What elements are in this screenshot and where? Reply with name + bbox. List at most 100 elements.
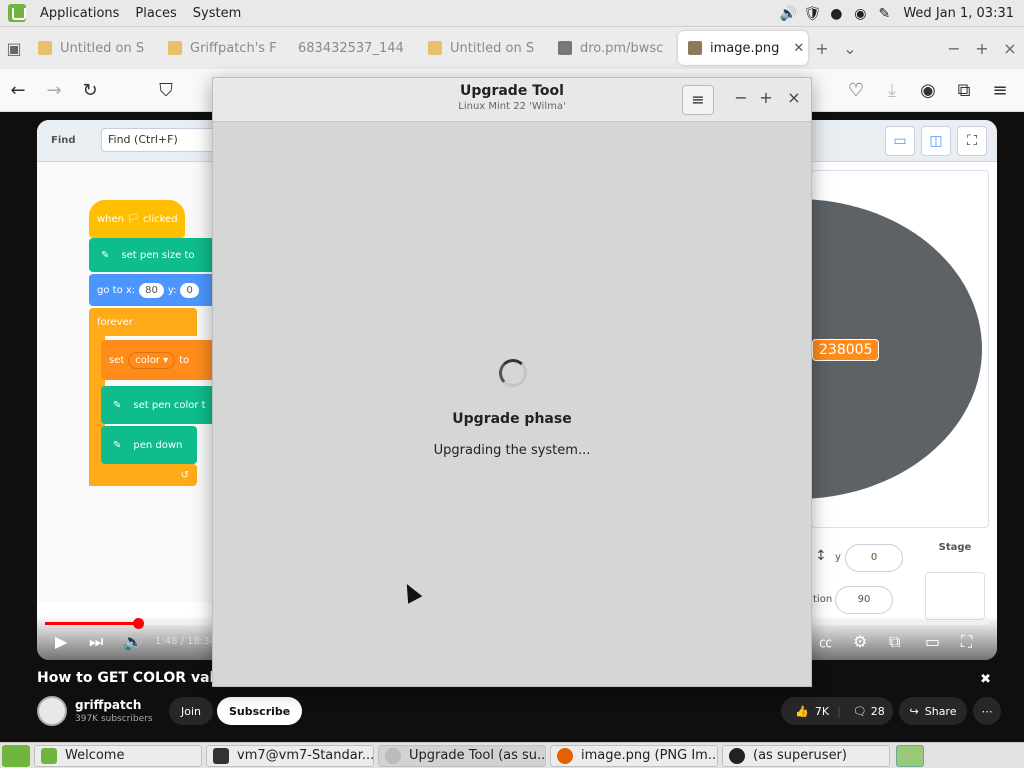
find-label: Find [51, 135, 76, 146]
browser-tab[interactable]: Griffpatch's F [158, 31, 288, 65]
channel-name[interactable]: griffpatch [75, 698, 141, 712]
like-comment-group: 👍 7K | 🗨 28 [781, 697, 893, 725]
progress-knob[interactable] [133, 618, 144, 629]
tab-list-chevron-icon[interactable]: ⌄ [836, 39, 864, 58]
fullscreen-icon[interactable]: ⛶ [961, 632, 972, 652]
settings-gear-icon[interactable]: ⚙ [853, 632, 867, 651]
extensions-icon[interactable]: ⧉ [946, 80, 982, 101]
close-icon[interactable]: ✖ [980, 672, 991, 687]
pen-color-block: ✎ set pen color t [101, 386, 217, 424]
pocket-icon[interactable]: ♡ [838, 80, 874, 101]
tab-favicon-icon [38, 41, 52, 55]
account-icon[interactable]: ◉ [910, 80, 946, 101]
taskbar-item-superuser[interactable]: (as superuser) [722, 744, 890, 767]
direction-label: tion [813, 594, 833, 605]
minimize-button[interactable]: − [731, 88, 751, 107]
maximize-button[interactable]: + [756, 88, 776, 107]
browser-tab-active[interactable]: image.png ✕ [678, 31, 808, 65]
firefox-icon [557, 747, 573, 764]
forward-arrow-icon[interactable]: → [36, 80, 72, 101]
browser-tab[interactable]: Untitled on S [28, 31, 158, 65]
comment-icon[interactable]: 🗨 [849, 705, 871, 718]
tab-overview-icon[interactable]: ▣ [0, 39, 28, 58]
channel-row: griffpatch 397K subscribers Join Subscri… [37, 696, 1001, 730]
system-tray: 🔊 🛡 ● ◉ ✎ Wed Jan 1, 03:31 [779, 0, 1024, 27]
loop-arrow-icon: ↺ [180, 469, 189, 481]
captions-icon[interactable]: ㏄ [819, 632, 832, 651]
like-count[interactable]: 7K [815, 705, 829, 718]
loading-spinner-icon [499, 359, 527, 387]
taskbar-item-terminal[interactable]: vm7@vm7-Standar... [206, 744, 374, 767]
volume-icon[interactable]: 🔊 [779, 5, 797, 23]
close-button[interactable]: × [996, 39, 1024, 58]
obs-icon[interactable]: ◉ [851, 5, 869, 23]
y-field: 0 [845, 544, 903, 572]
terminal-icon [213, 747, 229, 764]
pen-icon: ✎ [101, 249, 110, 261]
upgrade-icon [385, 747, 401, 764]
dialog-title: Upgrade Tool [460, 83, 564, 99]
minimize-button[interactable]: − [940, 39, 968, 58]
tab-close-icon[interactable]: ✕ [793, 41, 804, 56]
hamburger-menu-icon[interactable]: ≡ [982, 80, 1018, 101]
menu-launcher-icon[interactable] [2, 744, 30, 767]
tab-favicon-icon [428, 41, 442, 55]
browser-tab-bar: ▣ Untitled on S Griffpatch's F 683432537… [0, 27, 1024, 69]
top-panel: Applications Places System 🔊 🛡 ● ◉ ✎ Wed… [0, 0, 1024, 27]
stage-size-buttons: ▭ ◫ ⛶ [885, 126, 987, 156]
reload-icon[interactable]: ↻ [72, 80, 108, 101]
menu-places[interactable]: Places [127, 6, 184, 21]
back-arrow-icon[interactable]: ← [0, 80, 36, 101]
time-display: 1:48 / 18:34 [155, 636, 217, 647]
forever-block: forever [89, 308, 197, 336]
dialog-subtitle: Linux Mint 22 'Wilma' [458, 101, 566, 112]
browser-tab[interactable]: dro.pm/bwsc [548, 31, 678, 65]
close-button[interactable]: × [784, 88, 804, 107]
next-icon[interactable]: ⏭ [89, 632, 103, 652]
browser-tab[interactable]: 683432537_144 [288, 31, 418, 65]
tab-favicon-icon [558, 41, 572, 55]
share-button[interactable]: ↪ Share [899, 697, 967, 725]
new-tab-button[interactable]: + [808, 39, 836, 58]
taskbar-item-welcome[interactable]: Welcome [34, 744, 202, 767]
avatar[interactable] [37, 696, 67, 726]
goto-block: go to x: 80 y: 0 [89, 274, 217, 306]
menu-system[interactable]: System [185, 6, 249, 21]
join-button[interactable]: Join [169, 697, 214, 725]
large-stage-icon: ◫ [921, 126, 951, 156]
progress-fill [45, 622, 138, 625]
dialog-header: Upgrade Tool Linux Mint 22 'Wilma' ≡ − +… [213, 78, 811, 122]
shield-icon[interactable]: 🛡 [803, 5, 821, 23]
maximize-button[interactable]: + [968, 39, 996, 58]
comment-count[interactable]: 28 [871, 705, 885, 718]
scratch-code-area: when 🏳 clicked ✎ set pen size to go to x:… [37, 162, 217, 602]
miniplayer-icon[interactable]: ⧉ [889, 632, 900, 652]
fullscreen-icon: ⛶ [957, 126, 987, 156]
theater-icon[interactable]: ▭ [925, 632, 940, 651]
taskbar-item-upgrade-tool[interactable]: Upgrade Tool (as su... [378, 744, 546, 767]
share-icon: ↪ [909, 704, 919, 718]
more-options-button[interactable]: ⋯ [973, 697, 1001, 725]
mint-menu-icon[interactable] [8, 4, 26, 22]
thumbs-up-icon[interactable]: 👍 [789, 705, 815, 718]
play-icon[interactable]: ▶ [55, 632, 67, 651]
stage-thumbnail [925, 572, 985, 620]
notification-icon[interactable]: ● [827, 5, 845, 23]
menu-applications[interactable]: Applications [32, 6, 127, 21]
taskbar: Welcome vm7@vm7-Standar... Upgrade Tool … [0, 742, 1024, 768]
subscriber-count: 397K subscribers [75, 714, 153, 724]
browser-tab[interactable]: Untitled on S [418, 31, 548, 65]
taskbar-item-firefox[interactable]: image.png (PNG Im... [550, 744, 718, 767]
download-icon[interactable]: ⤓ [874, 80, 910, 101]
pen-icon[interactable]: ✎ [875, 5, 893, 23]
small-stage-icon: ▭ [885, 126, 915, 156]
volume-icon[interactable]: 🔊 [123, 632, 143, 651]
tracking-shield-icon[interactable]: ⛉ [148, 80, 184, 101]
pen-down-block: ✎ pen down [101, 426, 197, 464]
clock[interactable]: Wed Jan 1, 03:31 [903, 6, 1014, 21]
upgrade-tool-window: Upgrade Tool Linux Mint 22 'Wilma' ≡ − +… [212, 77, 812, 687]
subscribe-button[interactable]: Subscribe [217, 697, 303, 725]
phase-label: Upgrade phase [452, 411, 572, 427]
workspace-switcher[interactable] [896, 745, 924, 767]
hamburger-menu-button[interactable]: ≡ [682, 85, 714, 115]
